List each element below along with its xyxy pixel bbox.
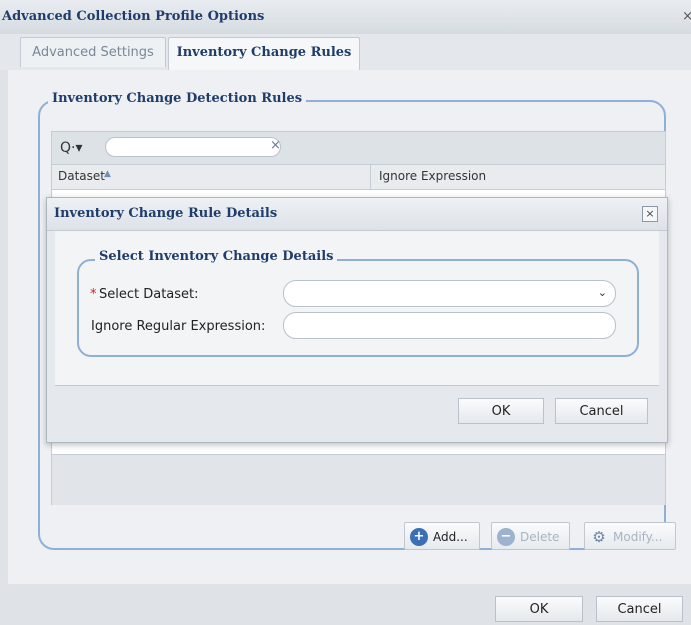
sort-ascending-icon: ▲: [104, 169, 111, 179]
dialog-close-icon[interactable]: ×: [642, 206, 658, 222]
tab-bar: Advanced Settings Inventory Change Rules: [0, 34, 691, 71]
delete-icon: −: [497, 528, 515, 546]
rule-details-dialog: Inventory Change Rule Details × Select I…: [46, 197, 668, 443]
chevron-down-icon[interactable]: ⌄: [598, 286, 607, 299]
dialog-cancel-button[interactable]: Cancel: [555, 398, 648, 424]
ignore-expression-label: Ignore Regular Expression:: [91, 319, 266, 334]
select-dataset-label: Select Dataset:: [99, 287, 199, 302]
details-group-legend: Select Inventory Change Details: [95, 249, 338, 264]
tab-advanced-settings[interactable]: Advanced Settings: [20, 37, 166, 67]
table-header: Dataset ▲ Ignore Expression: [52, 165, 665, 190]
window-title: Advanced Collection Profile Options: [2, 9, 265, 24]
ignore-expression-input[interactable]: [283, 312, 616, 339]
add-label: Add...: [433, 530, 468, 544]
required-marker: *: [90, 287, 97, 302]
details-group: [77, 259, 639, 357]
column-divider[interactable]: [370, 165, 371, 189]
clear-search-icon[interactable]: ×: [270, 138, 281, 153]
dialog-title: Inventory Change Rule Details: [54, 206, 278, 221]
search-input[interactable]: [105, 137, 281, 157]
search-icon[interactable]: Q·▾: [60, 140, 83, 156]
cancel-button[interactable]: Cancel: [596, 596, 683, 622]
group-legend: Inventory Change Detection Rules: [48, 91, 307, 106]
tab-inventory-change-rules[interactable]: Inventory Change Rules: [168, 37, 360, 71]
modify-icon: ⚙: [592, 528, 606, 546]
modify-label: Modify...: [613, 530, 663, 544]
delete-button[interactable]: − Delete: [491, 522, 570, 550]
add-icon: +: [410, 528, 428, 546]
table-footer: [52, 454, 665, 505]
window-titlebar: Advanced Collection Profile Options ×: [0, 0, 691, 35]
modify-button[interactable]: ⚙ Modify...: [584, 522, 676, 550]
dialog-titlebar: Inventory Change Rule Details ×: [47, 198, 667, 231]
ok-button[interactable]: OK: [495, 596, 583, 622]
dialog-body: Select Inventory Change Details * Select…: [55, 231, 659, 386]
delete-label: Delete: [520, 530, 560, 544]
column-header-dataset[interactable]: Dataset: [58, 169, 105, 183]
dialog-ok-button[interactable]: OK: [458, 398, 544, 424]
close-icon[interactable]: ×: [682, 9, 691, 24]
grid-toolbar: Q·▾ ×: [52, 132, 665, 165]
add-button[interactable]: + Add...: [404, 522, 480, 550]
column-header-ignore-expression[interactable]: Ignore Expression: [379, 169, 486, 183]
window-footer: [0, 584, 691, 625]
select-dataset-dropdown[interactable]: ⌄: [283, 280, 616, 307]
